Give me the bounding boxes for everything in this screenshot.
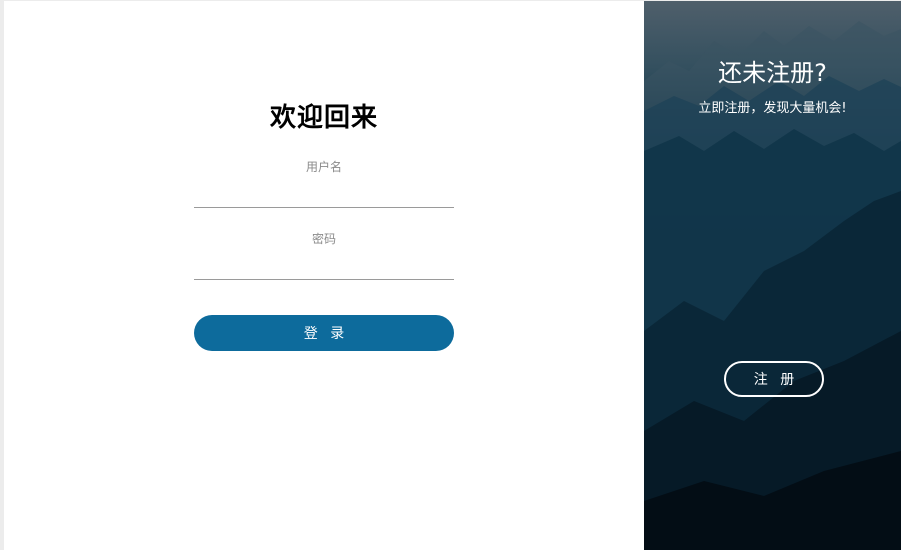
auth-card: 欢迎回来 用户名 密码 登 录 还未注册? 立即注册，发现大量机会! 注 册 (4, 1, 901, 550)
register-panel: 还未注册? 立即注册，发现大量机会! 注 册 (644, 1, 901, 550)
username-input[interactable] (194, 181, 454, 208)
username-label: 用户名 (305, 160, 342, 174)
password-input[interactable] (194, 253, 454, 280)
password-label: 密码 (311, 232, 336, 246)
password-field: 密码 (194, 230, 454, 280)
page: 欢迎回来 用户名 密码 登 录 还未注册? 立即注册，发现大量机会! 注 册 (0, 0, 901, 550)
login-title: 欢迎回来 (269, 103, 378, 133)
register-title: 还未注册? (718, 59, 827, 87)
register-button[interactable]: 注 册 (724, 361, 824, 397)
username-field: 用户名 (194, 158, 454, 208)
register-subtitle: 立即注册，发现大量机会! (698, 101, 847, 116)
login-panel: 欢迎回来 用户名 密码 登 录 (4, 1, 644, 550)
login-button[interactable]: 登 录 (194, 315, 454, 351)
